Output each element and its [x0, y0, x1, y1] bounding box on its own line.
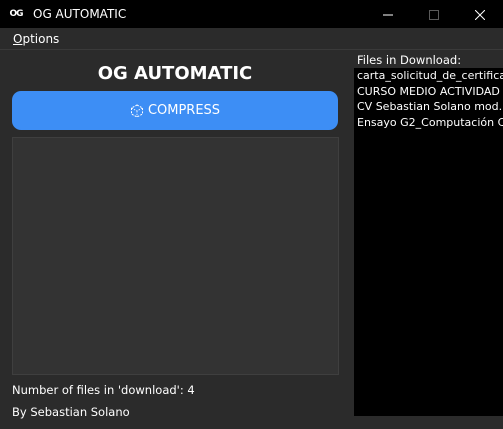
- list-item[interactable]: carta_solicitud_de_certificado: [354, 68, 503, 84]
- cube-icon: [130, 103, 144, 118]
- close-button[interactable]: [457, 0, 503, 28]
- horizontal-scrollbar[interactable]: [354, 416, 503, 429]
- close-icon: [474, 5, 486, 24]
- title-bar[interactable]: OG OG AUTOMATIC: [0, 0, 503, 28]
- minimize-button[interactable]: [365, 0, 411, 28]
- menu-options[interactable]: Options: [13, 32, 59, 46]
- app-logo-icon: OG: [9, 9, 23, 19]
- main-panel: OG AUTOMATIC COMPRESS Number of files in…: [0, 50, 350, 429]
- author-label: By Sebastian Solano: [12, 405, 130, 419]
- files-list-label: Files in Download:: [357, 53, 462, 67]
- list-item[interactable]: Ensayo G2_Computación Cr: [354, 115, 503, 131]
- compress-button[interactable]: COMPRESS: [12, 91, 338, 130]
- compress-button-label: COMPRESS: [147, 103, 221, 118]
- list-item[interactable]: CURSO MEDIO ACTIVIDAD (: [354, 84, 503, 100]
- maximize-icon: [429, 5, 439, 24]
- preview-area: [12, 137, 339, 375]
- app-window: OG OG AUTOMATIC Options OG AUTOMATIC COM…: [0, 0, 503, 429]
- window-title: OG AUTOMATIC: [33, 7, 127, 21]
- menu-bar: Options: [0, 28, 503, 50]
- file-count-label: Number of files in 'download': 4: [12, 383, 195, 397]
- maximize-button[interactable]: [411, 0, 457, 28]
- window-controls: [365, 0, 503, 28]
- files-list[interactable]: carta_solicitud_de_certificado CURSO MED…: [354, 68, 503, 416]
- list-item[interactable]: CV Sebastian Solano mod.p: [354, 99, 503, 115]
- page-title: OG AUTOMATIC: [97, 63, 253, 84]
- minimize-icon: [383, 5, 393, 24]
